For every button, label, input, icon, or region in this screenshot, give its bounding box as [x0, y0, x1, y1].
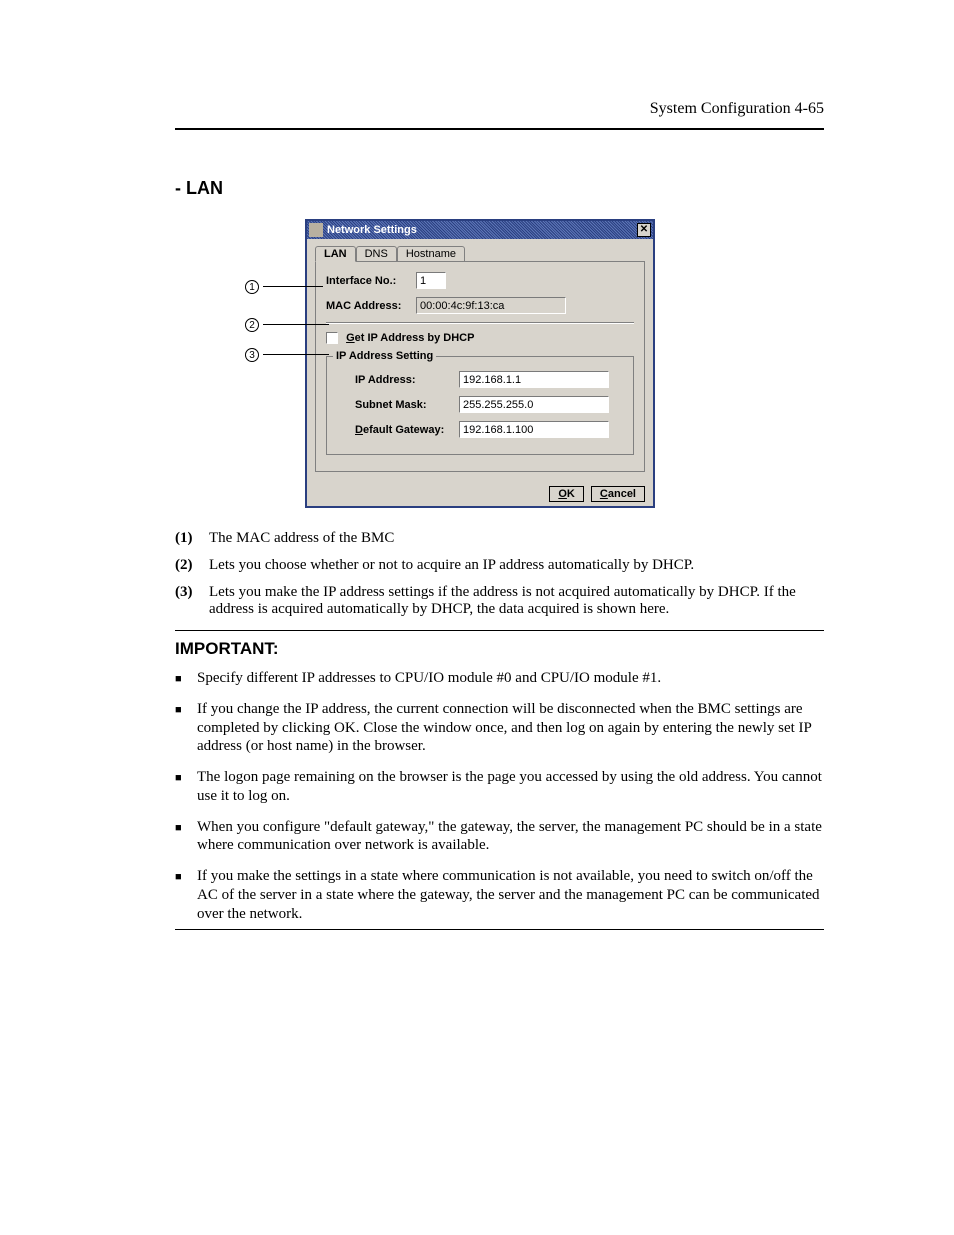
bullet-icon: ■: [175, 669, 197, 688]
callout-explanations: (1)The MAC address of the BMC (2)Lets yo…: [175, 530, 824, 618]
callout-3: 3: [245, 348, 259, 362]
bullet-icon: ■: [175, 700, 197, 756]
bullet-4: When you configure "default gateway," th…: [197, 818, 824, 856]
expl-text-3: Lets you make the IP address settings if…: [209, 584, 824, 618]
mac-address-label: MAC Address:: [326, 300, 416, 312]
tab-dns[interactable]: DNS: [356, 246, 397, 262]
expl-text-1: The MAC address of the BMC: [209, 530, 824, 547]
ok-button[interactable]: OK: [549, 486, 584, 502]
tab-hostname[interactable]: Hostname: [397, 246, 465, 262]
subnet-mask-label: Subnet Mask:: [355, 399, 459, 411]
mac-address-input: [416, 297, 566, 314]
dialog-titlebar[interactable]: Network Settings ✕: [307, 221, 653, 239]
page-header: System Configuration 4-65: [175, 100, 824, 130]
network-settings-dialog: Network Settings ✕ LAN DNS Hostname Inte…: [305, 219, 655, 508]
dhcp-checkbox[interactable]: [326, 332, 338, 344]
subnet-mask-input[interactable]: [459, 396, 609, 413]
tab-lan[interactable]: LAN: [315, 246, 356, 262]
interface-no-label: Interface No.:: [326, 275, 416, 287]
interface-no-input[interactable]: [416, 272, 446, 289]
bullet-1: Specify different IP addresses to CPU/IO…: [197, 669, 824, 688]
ip-group-legend: IP Address Setting: [333, 350, 436, 362]
important-list: ■Specify different IP addresses to CPU/I…: [175, 669, 824, 923]
bullet-3: The logon page remaining on the browser …: [197, 768, 824, 806]
callout-1: 1: [245, 280, 259, 294]
expl-num-1: (1): [175, 530, 209, 547]
ip-address-label: IP Address:: [355, 374, 459, 386]
bullet-icon: ■: [175, 768, 197, 806]
bullet-2: If you change the IP address, the curren…: [197, 700, 824, 756]
ip-address-setting-group: IP Address Setting IP Address: Subnet Ma…: [326, 356, 634, 455]
bullet-icon: ■: [175, 867, 197, 923]
app-icon: [309, 223, 323, 237]
close-icon[interactable]: ✕: [637, 223, 651, 237]
important-heading: IMPORTANT:: [175, 639, 824, 659]
expl-text-2: Lets you choose whether or not to acquir…: [209, 557, 824, 574]
dialog-title: Network Settings: [327, 224, 637, 236]
expl-num-2: (2): [175, 557, 209, 574]
default-gateway-input[interactable]: [459, 421, 609, 438]
tab-pane-lan: Interface No.: MAC Address: Get IP Addre…: [315, 262, 645, 472]
bullet-icon: ■: [175, 818, 197, 856]
default-gateway-label: Default Gateway:: [355, 424, 459, 436]
network-dialog-figure: 1 2 3 Network Settings ✕ LAN DNS Hostnam…: [245, 219, 655, 508]
cancel-button[interactable]: Cancel: [591, 486, 645, 502]
tab-row: LAN DNS Hostname: [315, 245, 645, 262]
bullet-5: If you make the settings in a state wher…: [197, 867, 824, 923]
lan-section-heading: - LAN: [175, 178, 824, 199]
callout-2: 2: [245, 318, 259, 332]
expl-num-3: (3): [175, 584, 209, 618]
dhcp-label[interactable]: Get IP Address by DHCP: [346, 332, 474, 344]
ip-address-input[interactable]: [459, 371, 609, 388]
